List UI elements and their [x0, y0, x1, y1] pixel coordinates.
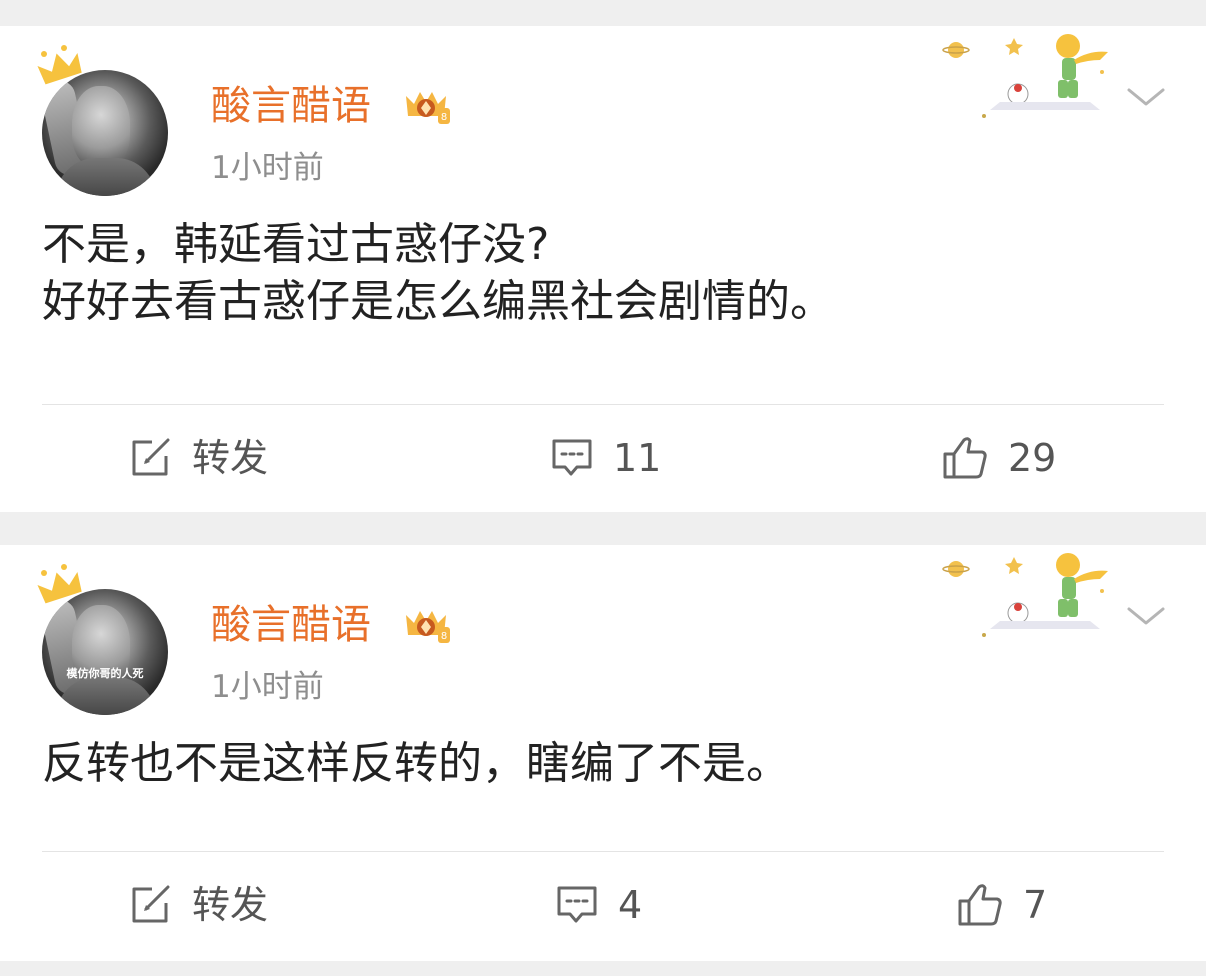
like-icon [943, 437, 987, 479]
like-button[interactable]: 7 [957, 883, 1047, 927]
avatar-face [72, 86, 130, 168]
comment-text-line: 好好去看古惑仔是怎么编黑社会剧情的。 [42, 276, 834, 327]
repost-icon [132, 885, 170, 923]
crown-icon [37, 45, 82, 85]
comment-icon [552, 439, 592, 476]
chevron-down-icon[interactable] [1126, 84, 1166, 110]
comment-button[interactable]: 4 [556, 883, 642, 927]
like-count: 7 [1023, 883, 1048, 927]
svg-text:8: 8 [441, 631, 447, 642]
chevron-down-icon[interactable] [1126, 603, 1166, 629]
vip-crown-badge-icon: 8 [406, 92, 450, 124]
username[interactable]: 酸言醋语 [211, 82, 371, 130]
divider [42, 404, 1164, 405]
timestamp: 1小时前 [211, 150, 324, 186]
avatar-caption: 模仿你哥的人死 [66, 667, 144, 680]
comment-icon [557, 886, 597, 923]
little-prince-decoration [942, 34, 1108, 118]
divider [42, 851, 1164, 852]
avatar-container[interactable]: 模仿你哥的人死 [36, 563, 176, 723]
crown-icon [37, 564, 82, 604]
username[interactable]: 酸言醋语 [211, 601, 371, 649]
comment-count: 11 [613, 436, 662, 480]
repost-button[interactable]: 转发 [130, 883, 268, 927]
comment-text-line: 不是，韩延看过古惑仔没? [42, 219, 550, 270]
repost-label: 转发 [192, 883, 269, 927]
comment-count: 4 [618, 883, 643, 927]
comment-text-line: 反转也不是这样反转的，瞎编了不是。 [42, 738, 790, 789]
repost-icon [132, 438, 170, 476]
timestamp: 1小时前 [211, 669, 324, 705]
repost-button[interactable]: 转发 [130, 436, 268, 480]
comment-content: 反转也不是这样反转的，瞎编了不是。 [42, 735, 1172, 792]
comment-content: 不是，韩延看过古惑仔没? 好好去看古惑仔是怎么编黑社会剧情的。 [42, 216, 1172, 330]
comment-button[interactable]: 11 [551, 436, 661, 480]
comment-card: 酸言醋语 8 1小时前 不是，韩延看过古惑仔没? 好好去看古惑仔是怎么编黑社会剧… [0, 26, 1206, 512]
svg-text:8: 8 [441, 112, 447, 123]
comment-card: 模仿你哥的人死 酸言醋语 8 1小时前 反转也不是这样反转的，瞎编了不是。 转发… [0, 545, 1206, 961]
like-count: 29 [1008, 436, 1057, 480]
like-button[interactable]: 29 [942, 436, 1056, 480]
little-prince-decoration [942, 553, 1108, 637]
vip-crown-badge-icon: 8 [406, 611, 450, 643]
avatar-container[interactable] [36, 44, 176, 204]
repost-label: 转发 [192, 436, 269, 480]
like-icon [958, 884, 1002, 926]
